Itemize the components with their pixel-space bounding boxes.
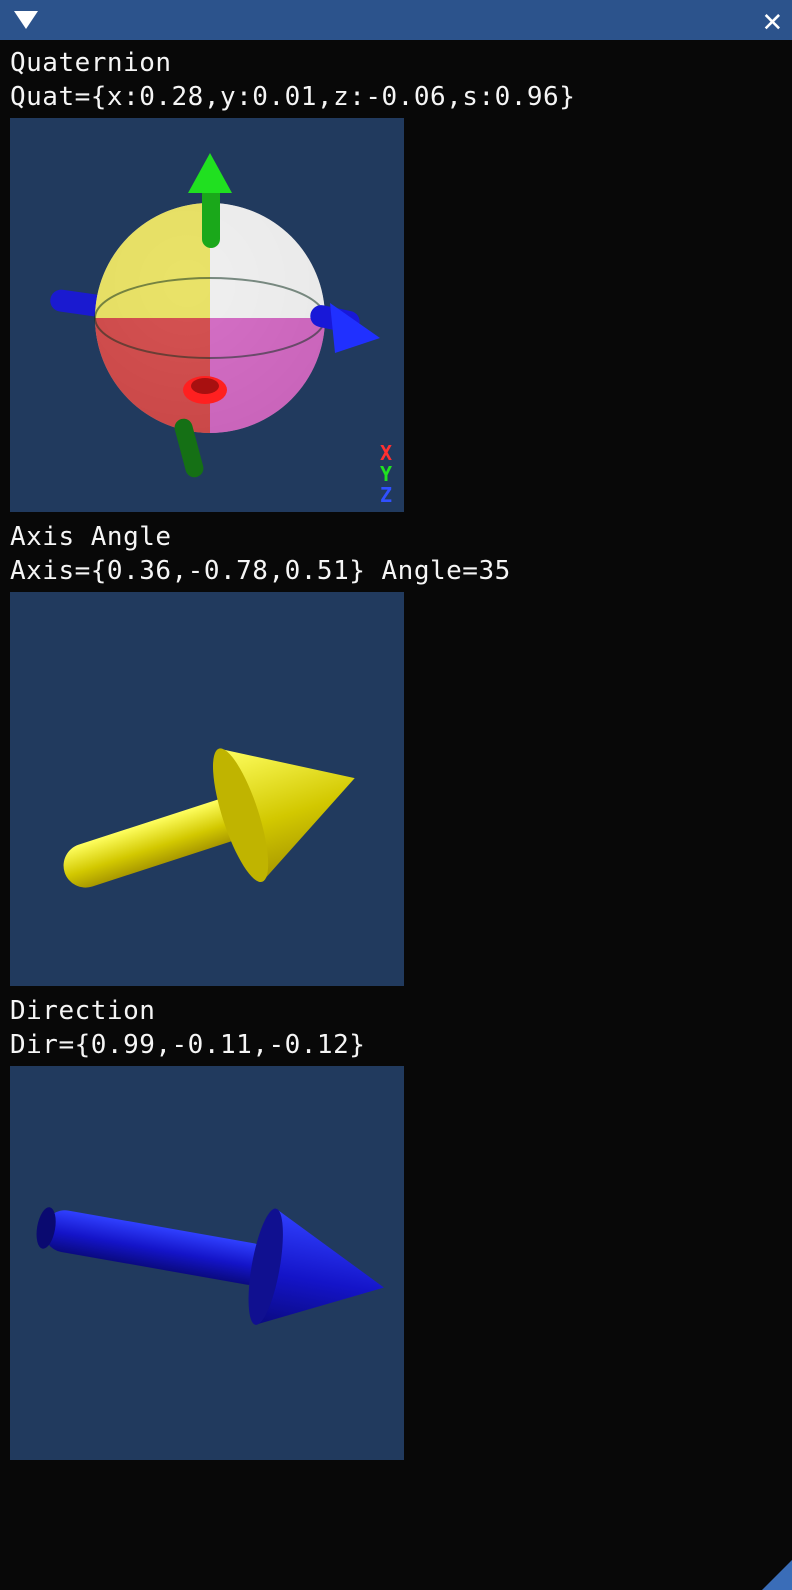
section-axis-angle: Axis Angle Axis={0.36,-0.78,0.51} Angle=… — [10, 522, 782, 986]
section-direction: Direction Dir={0.99,-0.11,-0.12} — [10, 996, 782, 1460]
axis-angle-arrow-icon — [10, 592, 404, 986]
direction-value: Dir={0.99,-0.11,-0.12} — [10, 1030, 782, 1060]
direction-arrow-icon — [10, 1066, 404, 1460]
direction-title: Direction — [10, 996, 782, 1026]
axis-legend-x: X — [380, 443, 392, 464]
section-quaternion: Quaternion Quat={x:0.28,y:0.01,z:-0.06,s… — [10, 48, 782, 512]
axis-angle-viewport[interactable] — [10, 592, 404, 986]
quaternion-sphere-icon — [10, 118, 404, 512]
quaternion-viewport[interactable]: X Y Z — [10, 118, 404, 512]
quaternion-title: Quaternion — [10, 48, 782, 78]
quaternion-value: Quat={x:0.28,y:0.01,z:-0.06,s:0.96} — [10, 82, 782, 112]
axis-angle-value: Axis={0.36,-0.78,0.51} Angle=35 — [10, 556, 782, 586]
title-bar: ✕ — [0, 0, 792, 40]
axis-legend: X Y Z — [380, 443, 392, 506]
content-area: Quaternion Quat={x:0.28,y:0.01,z:-0.06,s… — [0, 40, 792, 1460]
axis-legend-y: Y — [380, 464, 392, 485]
direction-viewport[interactable] — [10, 1066, 404, 1460]
collapse-triangle-icon[interactable] — [14, 11, 38, 29]
close-icon[interactable]: ✕ — [763, 4, 782, 36]
axis-legend-z: Z — [380, 485, 392, 506]
resize-grip-icon[interactable] — [762, 1560, 792, 1590]
axis-angle-title: Axis Angle — [10, 522, 782, 552]
